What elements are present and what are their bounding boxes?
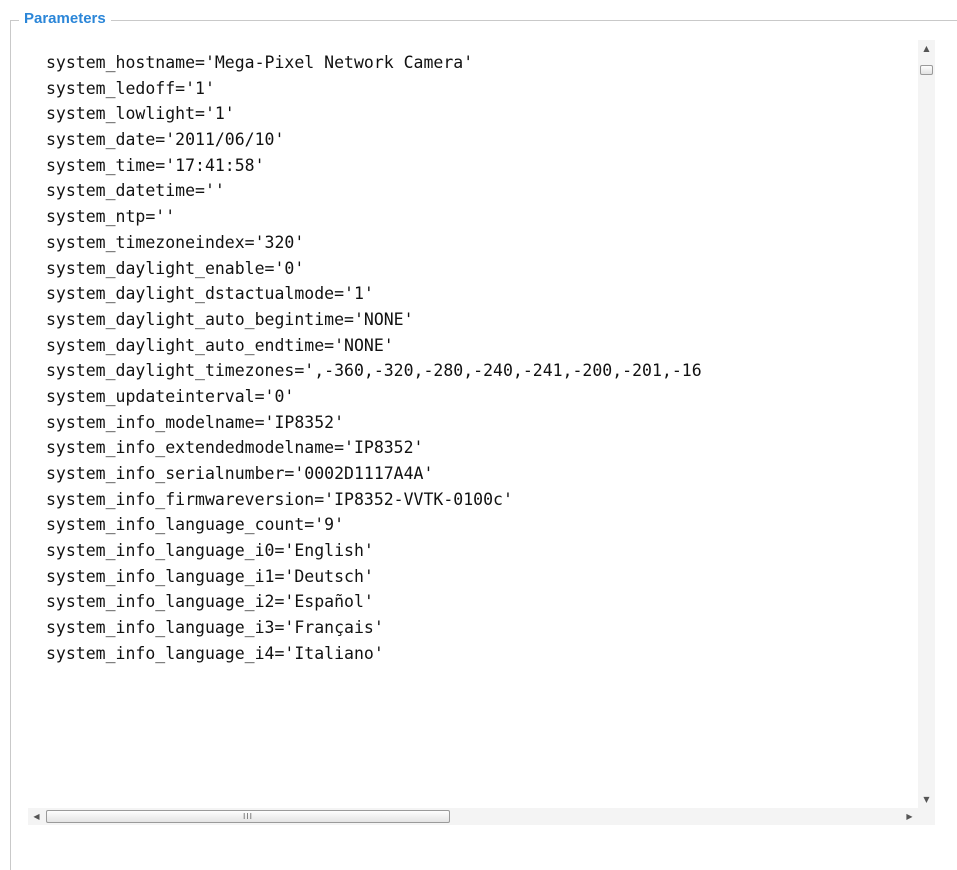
parameter-line: system_datetime='' — [46, 181, 225, 201]
parameter-line: system_info_language_i4='Italiano' — [46, 643, 384, 663]
scroll-right-arrow-icon[interactable]: ▶ — [901, 808, 918, 825]
parameters-text: system_hostname='Mega-Pixel Network Came… — [46, 50, 914, 808]
parameter-line: system_info_serialnumber='0002D1117A4A' — [46, 464, 434, 483]
parameter-line: system_info_language_count='9' — [46, 515, 345, 535]
parameter-line: system_info_modelname='IP8352' — [46, 412, 345, 432]
vertical-scrollbar[interactable]: ▲ ▼ — [918, 40, 935, 808]
parameter-line: system_hostname='Mega-Pixel Network Came… — [46, 53, 474, 72]
parameters-legend: Parameters — [19, 9, 111, 29]
parameter-line: system_time='17:41:58' — [46, 155, 265, 175]
scrollbar-corner — [918, 808, 935, 825]
parameter-line: system_date='2011/06/10' — [46, 130, 285, 150]
scroll-grip-icon: III — [242, 812, 254, 821]
parameter-line: system_updateinterval='0' — [46, 386, 295, 406]
parameter-line: system_daylight_auto_begintime='NONE' — [46, 309, 414, 329]
parameters-textarea[interactable]: system_hostname='Mega-Pixel Network Came… — [28, 40, 946, 825]
parameter-line: system_daylight_auto_endtime='NONE' — [46, 335, 394, 355]
parameter-line: system_ntp='' — [46, 207, 176, 227]
scroll-left-arrow-icon[interactable]: ◀ — [28, 808, 45, 825]
parameter-line: system_lowlight='1' — [46, 104, 235, 124]
parameter-line: system_daylight_dstactualmode='1' — [46, 284, 374, 304]
parameter-line: system_info_language_i1='Deutsch' — [46, 566, 374, 586]
scroll-down-arrow-icon[interactable]: ▼ — [918, 791, 935, 808]
horizontal-scrollbar[interactable]: ◀ III ▶ — [28, 808, 918, 825]
parameter-line: system_info_language_i0='English' — [46, 541, 374, 561]
parameter-line: system_daylight_enable='0' — [46, 258, 305, 278]
parameter-line: system_info_language_i2='Español' — [46, 592, 374, 612]
parameter-line: system_ledoff='1' — [46, 78, 215, 98]
parameter-line: system_info_extendedmodelname='IP8352' — [46, 438, 424, 458]
parameter-line: system_daylight_timezones=',-360,-320,-2… — [46, 361, 702, 381]
parameter-line: system_info_firmwareversion='IP8352-VVTK… — [46, 489, 513, 509]
parameter-line: system_info_language_i3='Français' — [46, 618, 384, 638]
scroll-up-arrow-icon[interactable]: ▲ — [918, 40, 935, 57]
vertical-scroll-thumb[interactable] — [920, 65, 933, 75]
parameter-line: system_timezoneindex='320' — [46, 232, 305, 252]
horizontal-scroll-thumb[interactable]: III — [46, 810, 450, 823]
